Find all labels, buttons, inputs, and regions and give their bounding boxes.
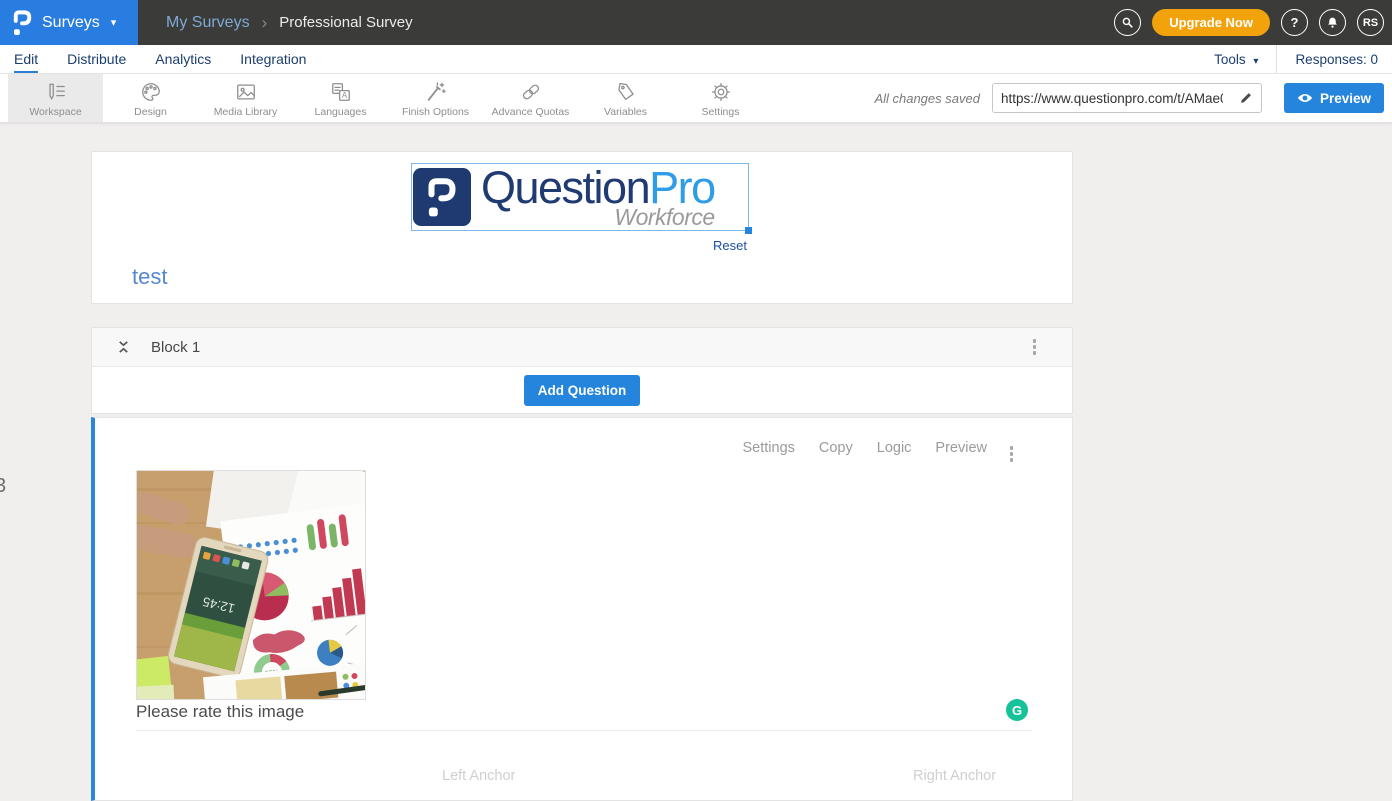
block-header: Block 1 [92,328,1072,367]
brand-product-label: Surveys [42,14,100,32]
save-status: All changes saved [874,91,980,106]
svg-text:A: A [341,91,347,100]
chevron-down-icon: ▾ [1253,56,1258,67]
logo-wordmark: QuestionPro Workforce [481,165,715,229]
toolbar-item-advance-quotas[interactable]: Advance Quotas [483,74,578,122]
avatar-initials: RS [1363,17,1378,29]
reset-logo-link[interactable]: Reset [713,238,747,253]
breadcrumb-my-surveys[interactable]: My Surveys [166,14,250,32]
question-card: Settings Copy Logic Preview [91,417,1073,801]
edit-url-button[interactable] [1231,84,1261,112]
top-bar: Surveys ▾ My Surveys › Professional Surv… [0,0,1392,45]
toolbar-item-languages[interactable]: A Languages [293,74,388,122]
workspace-icon [45,81,67,103]
tab-edit[interactable]: Edit [14,45,38,73]
toolbar-item-finish-options[interactable]: Finish Options [388,74,483,122]
survey-url-field [992,83,1262,113]
preview-button[interactable]: Preview [1284,83,1384,113]
survey-title-text[interactable]: test [132,264,167,290]
tab-distribute[interactable]: Distribute [67,45,126,73]
add-question-button[interactable]: Add Question [524,375,641,406]
tab-analytics[interactable]: Analytics [155,45,211,73]
block-card: Block 1 Add Question [91,327,1073,414]
toolbar-item-settings[interactable]: Settings [673,74,768,122]
collapse-block-button[interactable] [116,339,131,355]
chevron-down-icon: ▾ [111,16,117,29]
edit-toolbar: Workspace Design Media Library A Languag… [0,74,1392,123]
toolbar-item-design[interactable]: Design [103,74,198,122]
notifications-button[interactable] [1319,9,1346,36]
toolbar-spacer [768,74,874,122]
media-library-icon [235,81,257,103]
question-rating-image[interactable]: 55% 12:45 [136,470,366,700]
question-logic-link[interactable]: Logic [877,440,912,456]
question-mark-icon: ? [1291,15,1299,30]
question-settings-link[interactable]: Settings [742,440,794,456]
block-menu-button[interactable] [1029,335,1041,359]
survey-workspace: 3 QuestionPro Workforce Reset test [0,123,1392,801]
tools-menu[interactable]: Tools ▾ [1214,52,1276,67]
left-anchor-field[interactable]: Left Anchor [442,768,515,784]
questionpro-logo-icon [12,9,33,36]
breadcrumb-current-survey: Professional Survey [279,14,412,31]
nav-tabs: Edit Distribute Analytics Integration [14,45,306,73]
languages-icon: A [330,81,352,103]
advance-quotas-icon [520,81,542,103]
sticky-note-yellow [136,685,174,700]
section-nav: Edit Distribute Analytics Integration To… [0,45,1392,74]
add-question-row: Add Question [92,367,1072,414]
topbar-actions: Upgrade Now ? RS [1114,9,1392,36]
question-menu-button[interactable] [1006,442,1018,466]
variables-icon [615,81,637,103]
breadcrumb-separator-icon: › [262,13,268,33]
breadcrumb: My Surveys › Professional Survey [166,13,413,33]
surveys-product-menu[interactable]: Surveys ▾ [0,0,138,45]
survey-header-card: QuestionPro Workforce Reset test [91,151,1073,304]
toolbar-item-variables[interactable]: Variables [578,74,673,122]
question-actions: Settings Copy Logic Preview [742,440,987,456]
eye-icon [1297,92,1313,104]
question-text-underline [136,730,1032,731]
nav-right: Tools ▾ Responses: 0 [1214,45,1378,73]
survey-logo-selected[interactable]: QuestionPro Workforce [411,163,749,231]
survey-url-input[interactable] [993,91,1231,106]
settings-icon [710,81,732,103]
design-icon [140,81,162,103]
pencil-icon [1239,91,1253,105]
question-number-fragment: 3 [0,475,6,498]
question-copy-link[interactable]: Copy [819,440,853,456]
finish-options-icon [425,81,447,103]
user-avatar[interactable]: RS [1357,9,1384,36]
questionpro-logo-mark [413,168,471,226]
question-preview-link[interactable]: Preview [935,440,987,456]
search-icon [1121,16,1134,29]
block-title: Block 1 [151,339,200,356]
right-anchor-field[interactable]: Right Anchor [913,768,996,784]
upgrade-now-button[interactable]: Upgrade Now [1152,9,1270,36]
tab-integration[interactable]: Integration [240,45,306,73]
responses-count[interactable]: Responses: 0 [1276,45,1378,73]
question-text[interactable]: Please rate this image [136,702,304,722]
search-button[interactable] [1114,9,1141,36]
collapse-icon [116,339,131,355]
grammarly-icon[interactable]: G [1006,699,1028,721]
bell-icon [1326,16,1339,29]
logo-resize-handle[interactable] [745,227,752,234]
toolbar-item-media-library[interactable]: Media Library [198,74,293,122]
help-button[interactable]: ? [1281,9,1308,36]
toolbar-item-workspace[interactable]: Workspace [8,74,103,122]
